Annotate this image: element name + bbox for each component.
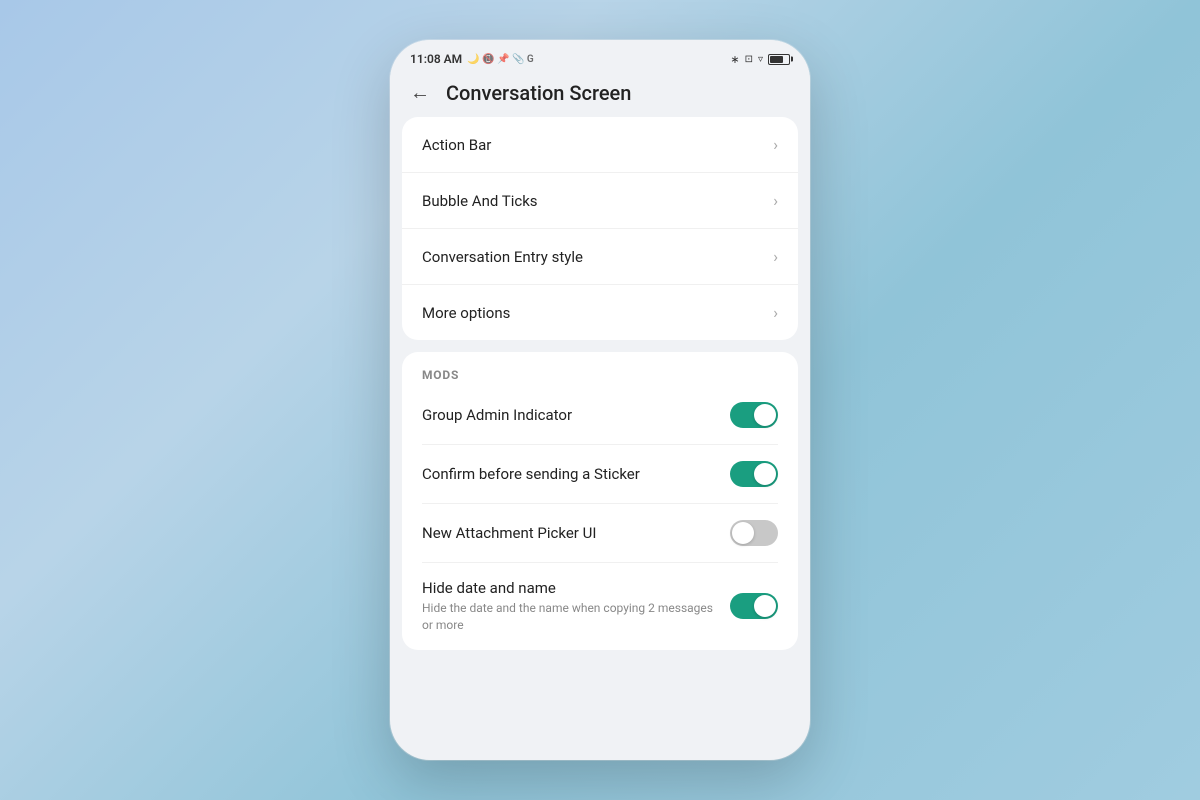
toggle-text-confirm-sticker: Confirm before sending a Sticker bbox=[422, 465, 730, 483]
menu-item-more-options[interactable]: More options › bbox=[402, 285, 798, 340]
menu-item-label-conversation-entry: Conversation Entry style bbox=[422, 248, 583, 266]
mods-section: MODS Group Admin Indicator Confirm befor… bbox=[402, 352, 798, 650]
battery-fill bbox=[770, 56, 783, 63]
toggle-knob-group-admin bbox=[754, 404, 776, 426]
toggle-item-group-admin: Group Admin Indicator bbox=[422, 386, 778, 445]
chevron-icon-action-bar: › bbox=[773, 135, 778, 154]
menu-item-action-bar[interactable]: Action Bar › bbox=[402, 117, 798, 173]
menu-item-conversation-entry[interactable]: Conversation Entry style › bbox=[402, 229, 798, 285]
toggle-sublabel-hide-date-name: Hide the date and the name when copying … bbox=[422, 600, 714, 634]
top-bar: ← Conversation Screen bbox=[390, 72, 810, 117]
toggle-attachment-picker[interactable] bbox=[730, 520, 778, 546]
wifi-icon: ▿ bbox=[758, 54, 763, 65]
toggle-label-hide-date-name: Hide date and name bbox=[422, 579, 714, 597]
toggle-text-group-admin: Group Admin Indicator bbox=[422, 406, 730, 424]
toggle-label-attachment-picker: New Attachment Picker UI bbox=[422, 524, 714, 542]
menu-item-label-more-options: More options bbox=[422, 304, 510, 322]
battery-icon bbox=[768, 54, 790, 65]
toggle-item-confirm-sticker: Confirm before sending a Sticker bbox=[422, 445, 778, 504]
toggle-knob-attachment-picker bbox=[732, 522, 754, 544]
mods-label: MODS bbox=[422, 368, 778, 382]
mods-card: MODS Group Admin Indicator Confirm befor… bbox=[402, 352, 798, 650]
toggle-knob-hide-date-name bbox=[754, 595, 776, 617]
toggle-label-group-admin: Group Admin Indicator bbox=[422, 406, 714, 424]
menu-item-label-bubble-ticks: Bubble And Ticks bbox=[422, 192, 538, 210]
toggle-item-hide-date-name: Hide date and name Hide the date and the… bbox=[422, 563, 778, 650]
chevron-icon-conversation-entry: › bbox=[773, 247, 778, 266]
menu-card: Action Bar › Bubble And Ticks › Conversa… bbox=[402, 117, 798, 340]
back-button[interactable]: ← bbox=[410, 80, 430, 105]
toggle-label-confirm-sticker: Confirm before sending a Sticker bbox=[422, 465, 714, 483]
toggle-knob-confirm-sticker bbox=[754, 463, 776, 485]
toggle-item-attachment-picker: New Attachment Picker UI bbox=[422, 504, 778, 563]
phone-frame: 11:08 AM 🌙 📵 📌 📎 G ∗ ⊡ ▿ ← Conversation … bbox=[390, 40, 810, 760]
menu-item-bubble-ticks[interactable]: Bubble And Ticks › bbox=[402, 173, 798, 229]
content-scroll: Action Bar › Bubble And Ticks › Conversa… bbox=[390, 117, 810, 737]
toggle-confirm-sticker[interactable] bbox=[730, 461, 778, 487]
toggle-group-admin[interactable] bbox=[730, 402, 778, 428]
status-icons: 🌙 📵 📌 📎 G bbox=[467, 54, 534, 65]
status-right: ∗ ⊡ ▿ bbox=[730, 53, 790, 66]
screen-icon: ⊡ bbox=[745, 54, 753, 65]
toggle-text-attachment-picker: New Attachment Picker UI bbox=[422, 524, 730, 542]
status-left: 11:08 AM 🌙 📵 📌 📎 G bbox=[410, 52, 534, 66]
toggle-text-hide-date-name: Hide date and name Hide the date and the… bbox=[422, 579, 730, 634]
status-bar: 11:08 AM 🌙 📵 📌 📎 G ∗ ⊡ ▿ bbox=[390, 40, 810, 72]
bluetooth-icon: ∗ bbox=[730, 53, 739, 66]
chevron-icon-more-options: › bbox=[773, 303, 778, 322]
toggle-hide-date-name[interactable] bbox=[730, 593, 778, 619]
status-time: 11:08 AM bbox=[410, 52, 462, 66]
menu-item-label-action-bar: Action Bar bbox=[422, 136, 491, 154]
page-title: Conversation Screen bbox=[446, 81, 631, 105]
chevron-icon-bubble-ticks: › bbox=[773, 191, 778, 210]
